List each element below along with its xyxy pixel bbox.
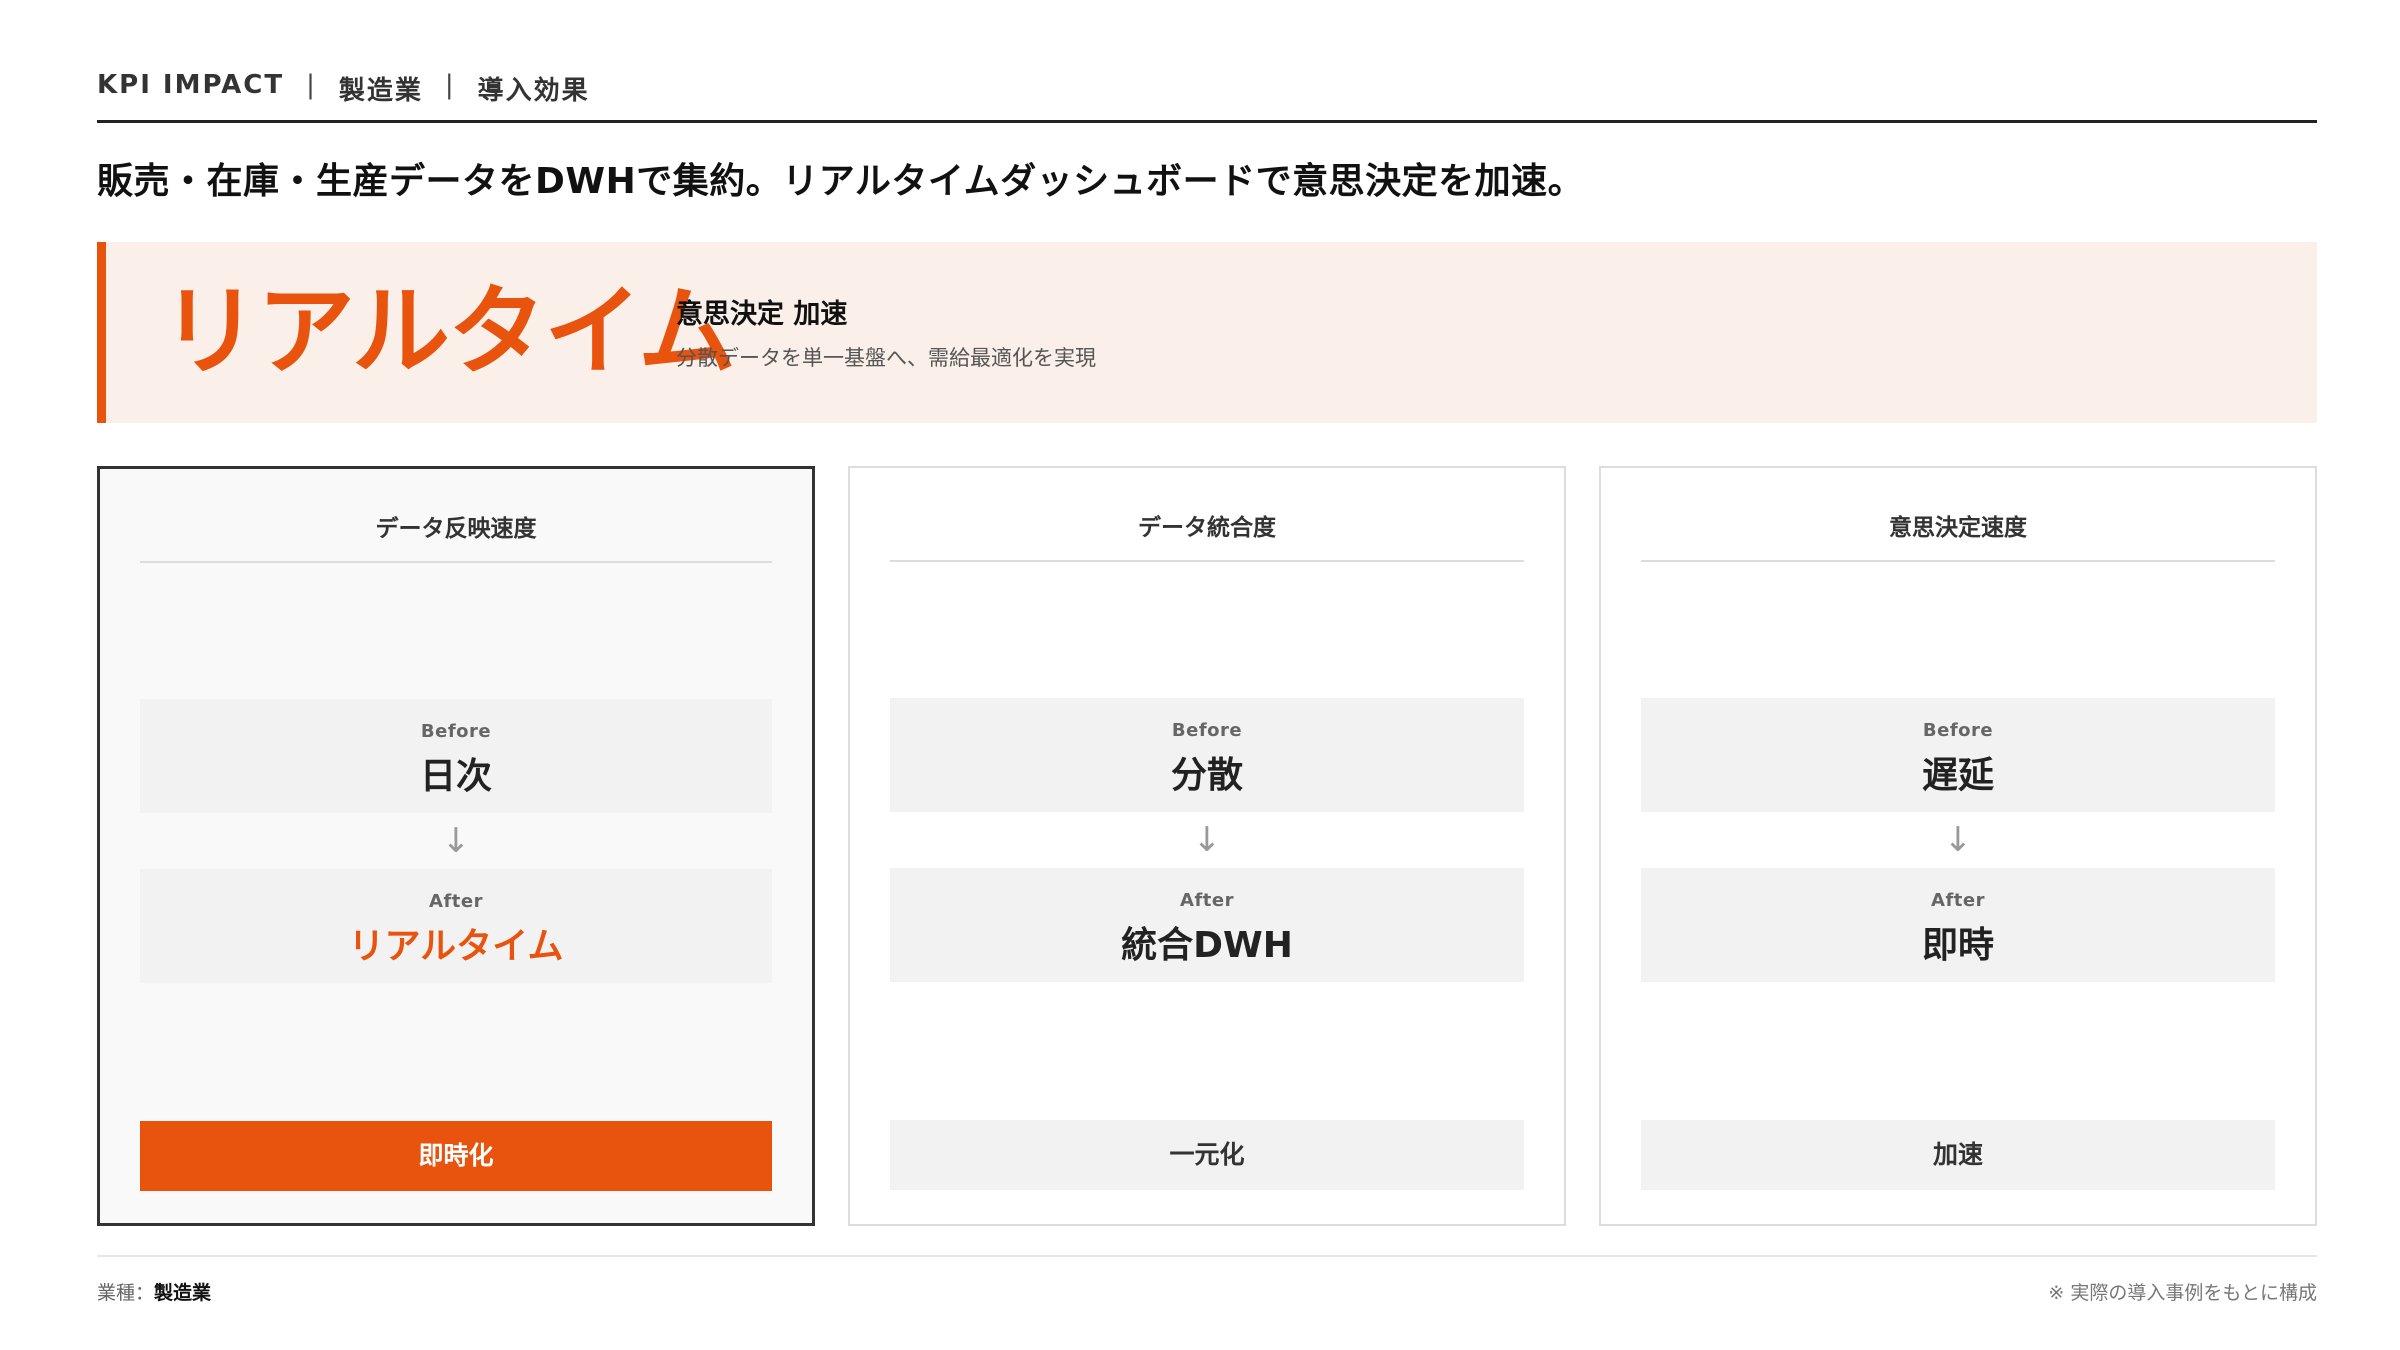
before-value: 分散 — [1170, 755, 1243, 796]
footer-industry-label: 業種： — [97, 1282, 155, 1304]
footer-industry: 業種：製造業 — [97, 1278, 211, 1305]
before-box: Before 分散 — [890, 698, 1524, 812]
after-label: After — [1180, 890, 1234, 911]
kpi-card-data-speed: データ反映速度 Before 日次 ↓ After リアルタイム 即時化 — [97, 466, 815, 1226]
slide: KPI IMPACT | 製造業 | 導入効果 販売・在庫・生産データをDWHで… — [0, 0, 2400, 1350]
down-arrow-icon: ↓ — [441, 821, 471, 861]
kpi-card-decision-speed: 意思決定速度 Before 遅延 ↓ After 即時 加速 — [1599, 466, 2317, 1226]
header-industry: 製造業 — [338, 76, 423, 106]
after-value: 即時 — [1921, 925, 1994, 966]
before-value: 日次 — [419, 756, 492, 797]
card-title: データ統合度 — [890, 508, 1524, 562]
after-value: 統合DWH — [1121, 925, 1293, 966]
headline: 販売・在庫・生産データをDWHで集約。リアルタイムダッシュボードで意思決定を加速… — [97, 161, 1585, 202]
banner-subtitle: 分散データを単一基盤へ、需給最適化を実現 — [676, 346, 1096, 370]
after-box: After 即時 — [1641, 868, 2275, 982]
highlight-banner: リアルタイム 意思決定 加速 分散データを単一基盤へ、需給最適化を実現 — [97, 242, 2317, 423]
after-box: After リアルタイム — [140, 869, 772, 983]
before-box: Before 遅延 — [1641, 698, 2275, 812]
result-badge: 加速 — [1641, 1120, 2275, 1190]
card-title: 意思決定速度 — [1641, 508, 2275, 562]
after-label: After — [1931, 890, 1985, 911]
down-arrow-icon: ↓ — [1192, 820, 1222, 860]
after-value: リアルタイム — [348, 926, 564, 967]
kpi-cards: データ反映速度 Before 日次 ↓ After リアルタイム 即時化 データ… — [97, 466, 2317, 1226]
after-label: After — [429, 891, 483, 912]
kpi-card-data-integration: データ統合度 Before 分散 ↓ After 統合DWH 一元化 — [848, 466, 1566, 1226]
header-separator: | — [444, 70, 456, 100]
down-arrow-icon: ↓ — [1943, 820, 1973, 860]
before-value: 遅延 — [1921, 755, 1994, 796]
before-label: Before — [420, 721, 492, 742]
before-label: Before — [1922, 720, 1994, 741]
after-box: After 統合DWH — [890, 868, 1524, 982]
banner-big-text: リアルタイム — [161, 275, 736, 389]
footer-divider — [97, 1255, 2317, 1257]
card-title: データ反映速度 — [140, 509, 772, 563]
footer-note: ※ 実際の導入事例をもとに構成 — [2048, 1282, 2317, 1304]
header-section: 導入効果 — [477, 76, 590, 106]
result-badge: 即時化 — [140, 1121, 772, 1191]
banner-title: 意思決定 加速 — [676, 299, 848, 330]
result-badge: 一元化 — [890, 1120, 1524, 1190]
footer-industry-value: 製造業 — [154, 1282, 212, 1304]
before-box: Before 日次 — [140, 699, 772, 813]
header-separator: | — [306, 70, 317, 100]
header-bar: KPI IMPACT | 製造業 | 導入効果 — [97, 70, 2317, 123]
header-label: KPI IMPACT — [97, 70, 285, 100]
before-label: Before — [1171, 720, 1243, 741]
